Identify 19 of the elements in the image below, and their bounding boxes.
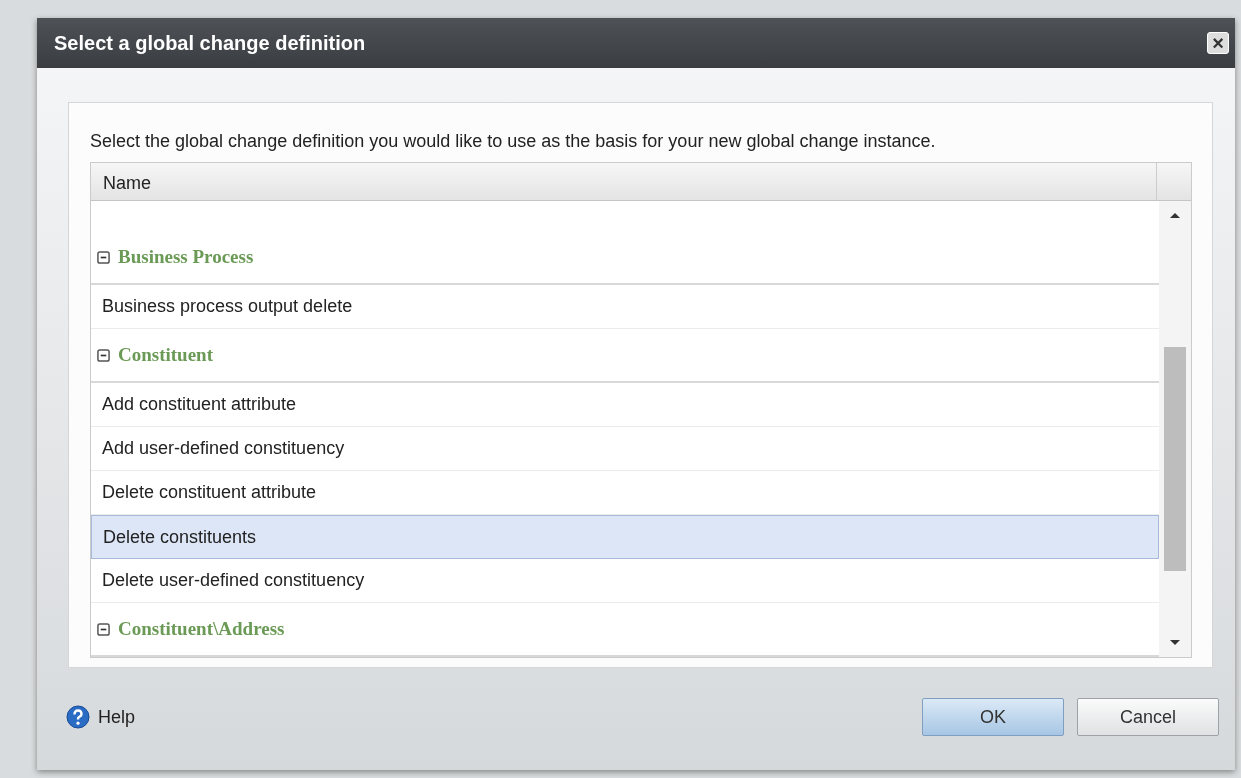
collapse-icon[interactable] [97,622,110,636]
list-row[interactable]: Delete user-defined constituency [91,559,1159,603]
cancel-button[interactable]: Cancel [1077,698,1219,736]
collapse-icon[interactable] [97,348,110,362]
help-icon [66,705,90,729]
list-row[interactable]: Add constituent attribute [91,383,1159,427]
window-title: Select a global change definition [54,31,366,55]
list-row[interactable]: Add user-defined constituency [91,427,1159,471]
scrollbar[interactable] [1159,201,1191,657]
scroll-up-icon[interactable] [1169,211,1181,219]
scroll-thumb[interactable] [1164,347,1186,571]
close-button[interactable]: × [1207,32,1229,54]
ok-button[interactable]: OK [922,698,1064,736]
collapse-icon[interactable] [97,250,110,264]
list-row[interactable]: Business process output delete [91,285,1159,329]
help-link[interactable]: Help [66,705,136,729]
scroll-down-icon[interactable] [1169,639,1181,647]
instruction-text: Select the global change definition you would like to use as the basis for your new global change instance. [90,131,937,152]
list-row[interactable]: Delete constituents [91,515,1159,559]
